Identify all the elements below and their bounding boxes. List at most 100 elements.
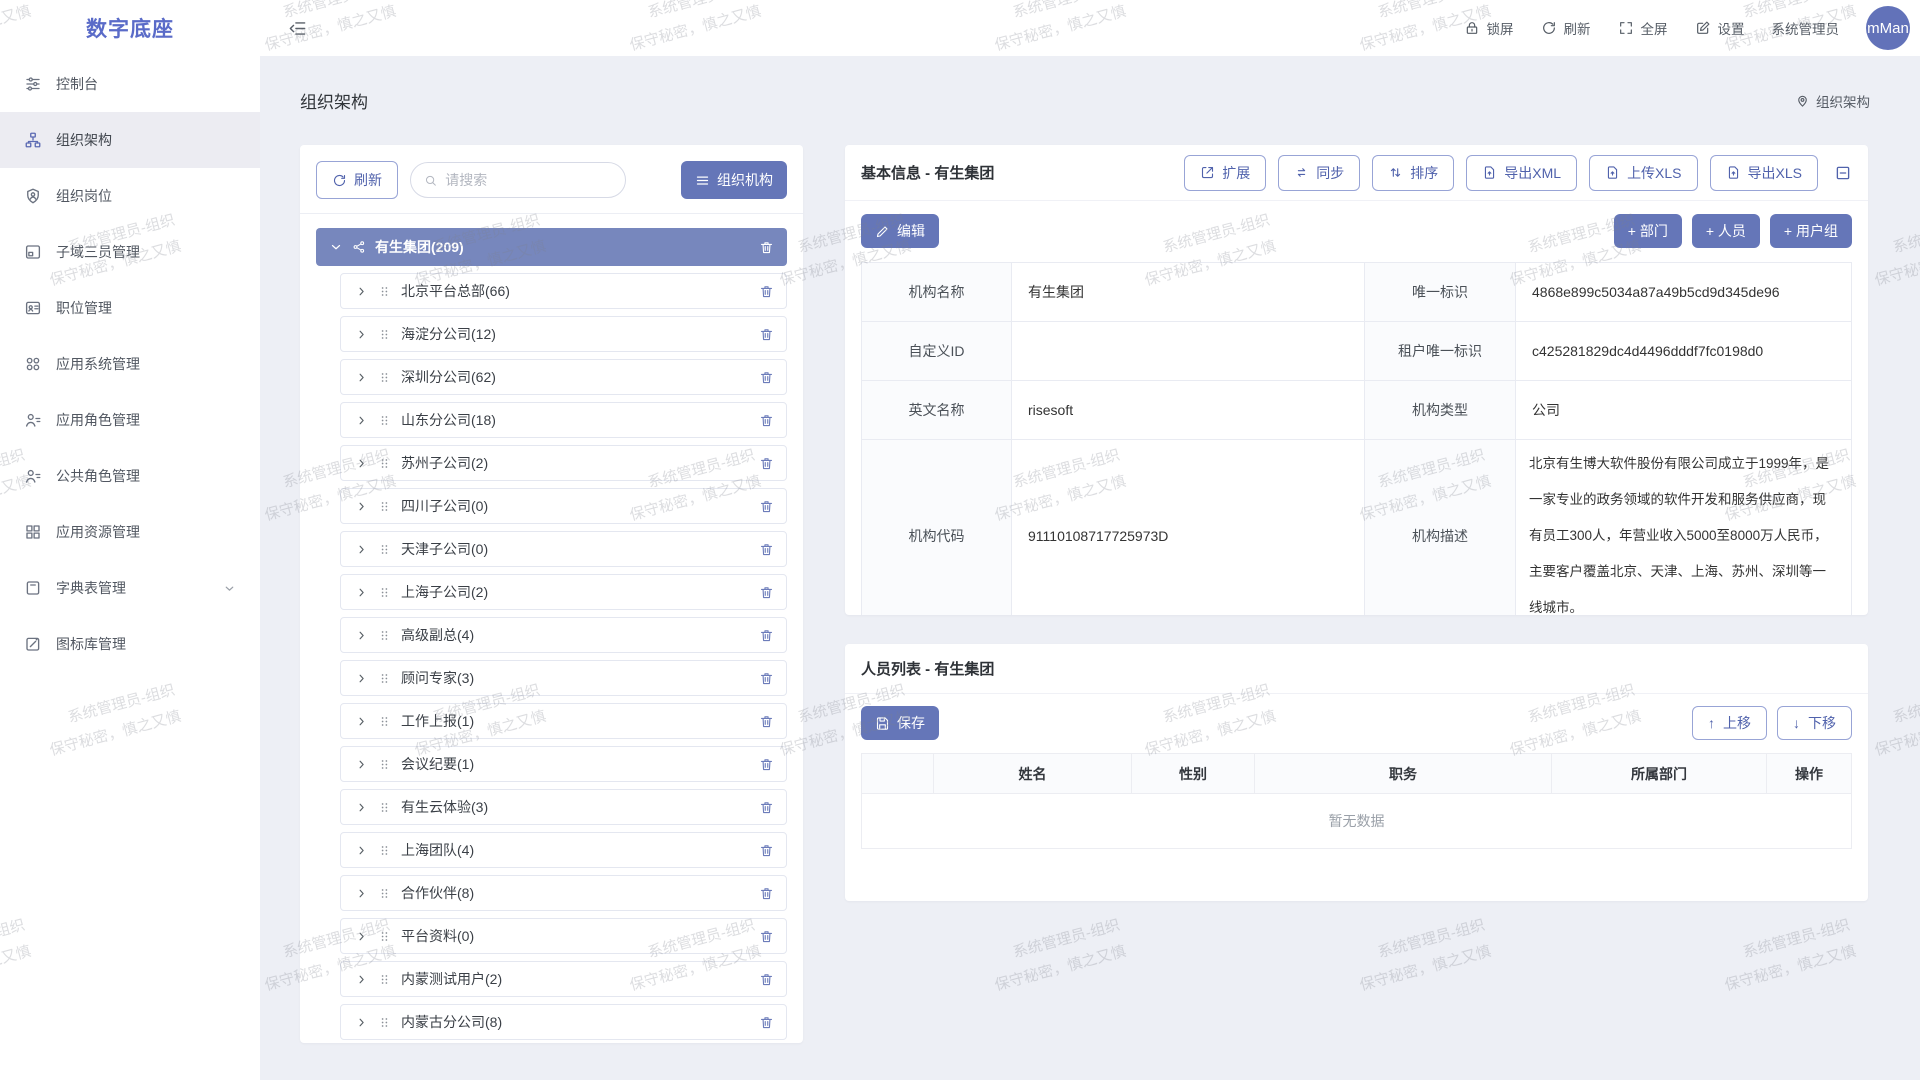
drag-handle-icon[interactable] <box>378 1016 391 1029</box>
sidebar-item-org-structure[interactable]: 组织架构 <box>0 112 260 168</box>
tree-node[interactable]: 合作伙伴(8) <box>340 875 787 911</box>
settings-button[interactable]: 设置 <box>1695 18 1745 38</box>
sidebar-item-subdomain-admins[interactable]: 子域三员管理 <box>0 224 260 280</box>
drag-handle-icon[interactable] <box>378 414 391 427</box>
tree-node[interactable]: 会议纪要(1) <box>340 746 787 782</box>
chevron-right-icon[interactable] <box>355 629 368 642</box>
tree-node[interactable]: 顾问专家(3) <box>340 660 787 696</box>
chevron-right-icon[interactable] <box>355 500 368 513</box>
tree-node[interactable]: 北京平台总部(66) <box>340 273 787 309</box>
tree-search-input[interactable] <box>445 172 612 188</box>
sidebar-item-icon-library[interactable]: 图标库管理 <box>0 616 260 672</box>
trash-icon[interactable] <box>759 542 774 557</box>
chevron-right-icon[interactable] <box>355 328 368 341</box>
trash-icon[interactable] <box>759 585 774 600</box>
edit-button[interactable]: 编辑 <box>861 214 939 248</box>
collapse-menu-icon[interactable] <box>288 19 307 38</box>
drag-handle-icon[interactable] <box>378 457 391 470</box>
drag-handle-icon[interactable] <box>378 930 391 943</box>
chevron-right-icon[interactable] <box>355 285 368 298</box>
sidebar-item-app-role[interactable]: 应用角色管理 <box>0 392 260 448</box>
drag-handle-icon[interactable] <box>378 715 391 728</box>
chevron-right-icon[interactable] <box>355 715 368 728</box>
chevron-right-icon[interactable] <box>355 1016 368 1029</box>
sidebar-item-public-role[interactable]: 公共角色管理 <box>0 448 260 504</box>
tree-node[interactable]: 天津子公司(0) <box>340 531 787 567</box>
move-down-button[interactable]: ↓ 下移 <box>1777 706 1852 740</box>
tree-node[interactable]: 深圳分公司(62) <box>340 359 787 395</box>
trash-icon[interactable] <box>759 972 774 987</box>
drag-handle-icon[interactable] <box>378 844 391 857</box>
chevron-right-icon[interactable] <box>355 758 368 771</box>
tree-node[interactable]: 有生云体验(3) <box>340 789 787 825</box>
add-usergroup-button[interactable]: + 用户组 <box>1770 214 1852 248</box>
chevron-right-icon[interactable] <box>355 801 368 814</box>
sort-button[interactable]: 排序 <box>1372 155 1454 191</box>
drag-handle-icon[interactable] <box>378 371 391 384</box>
tree-node[interactable]: 上海子公司(2) <box>340 574 787 610</box>
tree-root-node[interactable]: 有生集团(209) <box>316 228 787 266</box>
chevron-right-icon[interactable] <box>355 973 368 986</box>
upload-xls-button[interactable]: 上传XLS <box>1589 155 1697 191</box>
tree-node[interactable]: 苏州子公司(2) <box>340 445 787 481</box>
trash-icon[interactable] <box>759 843 774 858</box>
move-up-button[interactable]: ↑ 上移 <box>1692 706 1767 740</box>
trash-icon[interactable] <box>759 800 774 815</box>
chevron-right-icon[interactable] <box>355 414 368 427</box>
sidebar-item-dictionary[interactable]: 字典表管理 <box>0 560 260 616</box>
trash-icon[interactable] <box>759 1015 774 1030</box>
drag-handle-icon[interactable] <box>378 758 391 771</box>
add-department-button[interactable]: + 部门 <box>1614 214 1682 248</box>
export-xml-button[interactable]: 导出XML <box>1466 155 1577 191</box>
fullscreen-button[interactable]: 全屏 <box>1618 18 1668 38</box>
tree-refresh-button[interactable]: 刷新 <box>316 161 398 199</box>
drag-handle-icon[interactable] <box>378 801 391 814</box>
trash-icon[interactable] <box>759 499 774 514</box>
trash-icon[interactable] <box>759 456 774 471</box>
tree-node[interactable]: 四川子公司(0) <box>340 488 787 524</box>
tree-node[interactable]: 工作上报(1) <box>340 703 787 739</box>
drag-handle-icon[interactable] <box>378 973 391 986</box>
sidebar-item-app-system[interactable]: 应用系统管理 <box>0 336 260 392</box>
sidebar-item-console[interactable]: 控制台 <box>0 56 260 112</box>
chevron-right-icon[interactable] <box>355 543 368 556</box>
expand-button[interactable]: 扩展 <box>1184 155 1266 191</box>
sync-button[interactable]: 同步 <box>1278 155 1360 191</box>
drag-handle-icon[interactable] <box>378 629 391 642</box>
chevron-right-icon[interactable] <box>355 672 368 685</box>
chevron-right-icon[interactable] <box>355 930 368 943</box>
save-button[interactable]: 保存 <box>861 706 939 740</box>
chevron-right-icon[interactable] <box>355 457 368 470</box>
trash-icon[interactable] <box>759 886 774 901</box>
drag-handle-icon[interactable] <box>378 586 391 599</box>
drag-handle-icon[interactable] <box>378 285 391 298</box>
trash-icon[interactable] <box>759 327 774 342</box>
collapse-panel-icon[interactable] <box>1834 164 1852 182</box>
avatar[interactable]: mMan <box>1866 6 1910 50</box>
chevron-right-icon[interactable] <box>355 887 368 900</box>
chevron-down-icon[interactable] <box>329 240 343 254</box>
chevron-right-icon[interactable] <box>355 371 368 384</box>
drag-handle-icon[interactable] <box>378 887 391 900</box>
tree-node[interactable]: 海淀分公司(12) <box>340 316 787 352</box>
trash-icon[interactable] <box>759 929 774 944</box>
sidebar-item-org-post[interactable]: 组织岗位 <box>0 168 260 224</box>
tree-node[interactable]: 内蒙古分公司(8) <box>340 1004 787 1040</box>
export-xls-button[interactable]: 导出XLS <box>1710 155 1818 191</box>
org-mode-button[interactable]: 组织机构 <box>681 161 787 199</box>
sidebar-item-position[interactable]: 职位管理 <box>0 280 260 336</box>
add-person-button[interactable]: + 人员 <box>1692 214 1760 248</box>
trash-icon[interactable] <box>759 370 774 385</box>
trash-icon[interactable] <box>759 671 774 686</box>
refresh-button[interactable]: 刷新 <box>1541 18 1591 38</box>
chevron-right-icon[interactable] <box>355 586 368 599</box>
trash-icon[interactable] <box>759 757 774 772</box>
tree-node[interactable]: 平台资料(0) <box>340 918 787 954</box>
tree-node[interactable]: 上海团队(4) <box>340 832 787 868</box>
drag-handle-icon[interactable] <box>378 500 391 513</box>
lock-screen-button[interactable]: 锁屏 <box>1464 18 1514 38</box>
trash-icon[interactable] <box>759 284 774 299</box>
trash-icon[interactable] <box>759 714 774 729</box>
chevron-right-icon[interactable] <box>355 844 368 857</box>
tree-node[interactable]: 高级副总(4) <box>340 617 787 653</box>
